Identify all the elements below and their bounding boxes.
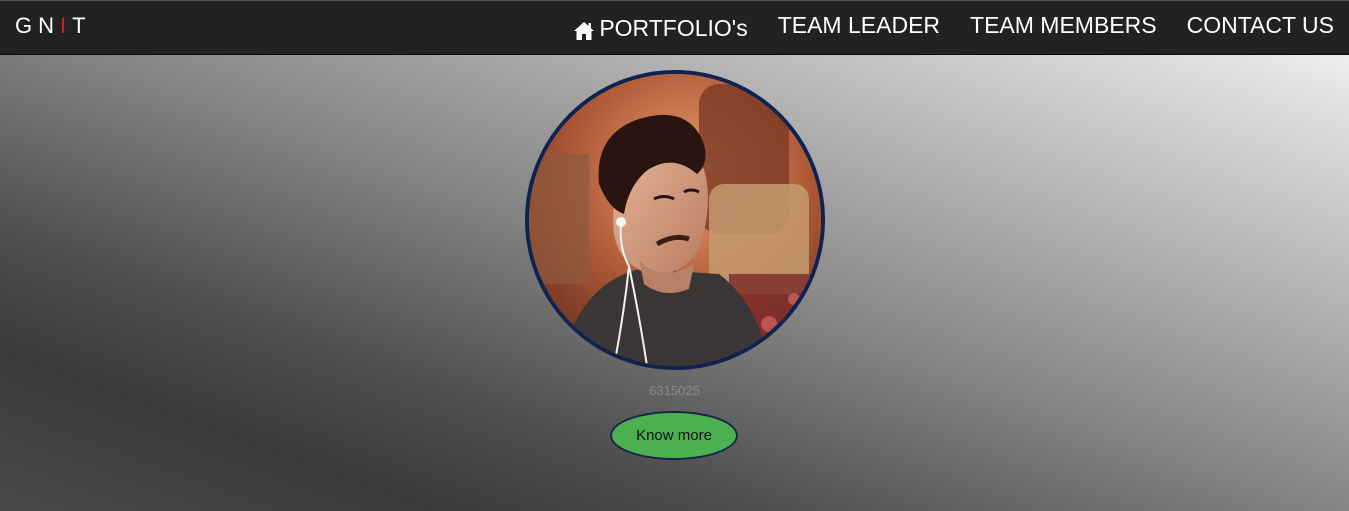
nav-item-team-members[interactable]: TEAM MEMBERS — [970, 12, 1157, 39]
nav-menu: PORTFOLIO's TEAM LEADER TEAM MEMBERS CON… — [543, 12, 1334, 42]
nav-item-contact-us-label: CONTACT US — [1186, 12, 1334, 38]
profile-caption: 6315025 — [649, 383, 700, 398]
nav-item-portfolio-label: PORTFOLIO's — [599, 15, 748, 41]
nav-item-team-leader[interactable]: TEAM LEADER — [778, 12, 940, 39]
brand-logo[interactable]: G N I T — [15, 13, 86, 39]
know-more-button[interactable]: Know more — [610, 411, 738, 460]
house-icon — [573, 20, 595, 40]
brand-letter-t: T — [72, 13, 86, 38]
nav-item-portfolio[interactable]: PORTFOLIO's — [573, 15, 748, 42]
navbar: G N I T PORTFOLIO's TEAM LEADER TEAM MEM… — [0, 0, 1349, 55]
brand-letter-n: N — [38, 13, 55, 38]
nav-item-team-leader-label: TEAM LEADER — [777, 12, 941, 38]
nav-item-contact-us[interactable]: CONTACT US — [1187, 12, 1334, 39]
avatar — [525, 70, 825, 370]
avatar-photo — [529, 74, 821, 366]
brand-letter-i: I — [60, 13, 67, 38]
brand-letter-g: G — [15, 13, 33, 38]
nav-item-team-members-label: TEAM MEMBERS — [970, 12, 1157, 38]
